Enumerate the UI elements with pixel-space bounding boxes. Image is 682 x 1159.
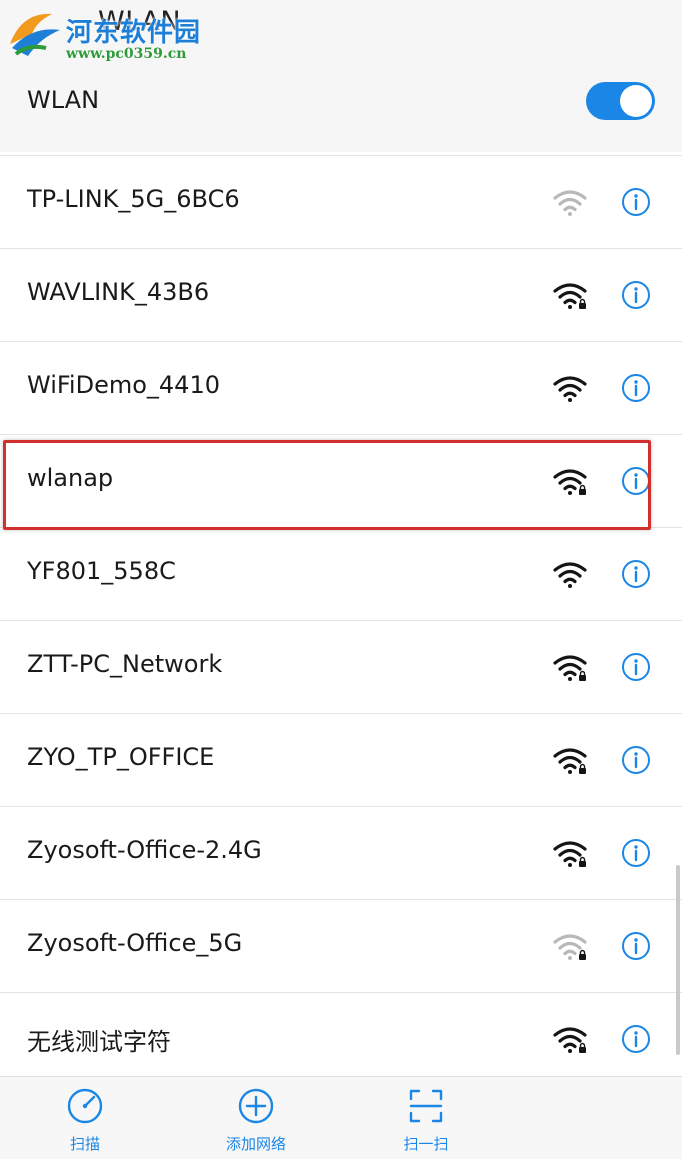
network-row[interactable]: WAVLINK_43B6 bbox=[0, 248, 682, 341]
lock-icon bbox=[579, 949, 586, 960]
info-icon[interactable] bbox=[621, 559, 651, 589]
info-icon[interactable] bbox=[621, 745, 651, 775]
info-icon[interactable] bbox=[621, 652, 651, 682]
network-ssid: TP-LINK_5G_6BC6 bbox=[27, 185, 240, 213]
lock-icon bbox=[579, 763, 586, 774]
wifi-signal-locked-icon bbox=[552, 933, 588, 961]
scan-frame-icon bbox=[409, 1089, 443, 1123]
lock-icon bbox=[579, 1042, 586, 1053]
add-network-button[interactable]: 添加网络 bbox=[186, 1077, 326, 1159]
wifi-signal-icon bbox=[552, 375, 588, 403]
wifi-signal-locked-icon bbox=[552, 1026, 588, 1054]
watermark-url: www.pc0359.cn bbox=[66, 46, 187, 62]
watermark-site-name: 河东软件园 bbox=[66, 18, 202, 48]
network-ssid: YF801_558C bbox=[27, 557, 176, 585]
wlan-toggle-switch[interactable] bbox=[586, 82, 655, 120]
wifi-signal-icon bbox=[552, 561, 588, 589]
network-list: TP-LINK_5G_6BC6 WAVLINK_43B6 WiFiDemo_4410… bbox=[0, 155, 682, 1085]
add-network-label: 添加网络 bbox=[225, 1135, 286, 1153]
wifi-signal-locked-icon bbox=[552, 840, 588, 868]
wifi-signal-locked-icon bbox=[552, 654, 588, 682]
lock-icon bbox=[579, 670, 586, 681]
watermark-logo-icon bbox=[10, 13, 60, 56]
info-icon[interactable] bbox=[621, 187, 651, 217]
network-ssid: Zyosoft-Office-2.4G bbox=[27, 836, 262, 864]
network-ssid: ZTT-PC_Network bbox=[27, 650, 223, 678]
network-row[interactable]: 无线测试字符 bbox=[0, 992, 682, 1085]
header: WLAN 河东软件园 www.pc0359.cn WLAN bbox=[0, 0, 682, 152]
network-row[interactable]: YF801_558C bbox=[0, 527, 682, 620]
scan-label: 扫描 bbox=[69, 1135, 100, 1153]
highlight-annotation-box bbox=[3, 440, 651, 530]
wlan-toggle-label: WLAN bbox=[27, 86, 100, 114]
qr-scan-label: 扫一扫 bbox=[403, 1135, 449, 1153]
network-ssid: 无线测试字符 bbox=[27, 1028, 171, 1056]
radar-icon bbox=[67, 1088, 103, 1124]
lock-icon bbox=[579, 856, 586, 867]
info-icon[interactable] bbox=[621, 280, 651, 310]
wlan-toggle-row: WLAN bbox=[0, 64, 682, 144]
info-icon[interactable] bbox=[621, 838, 651, 868]
scrollbar[interactable] bbox=[676, 865, 680, 1055]
network-row[interactable]: Zyosoft-Office_5G bbox=[0, 899, 682, 992]
network-row[interactable]: Zyosoft-Office-2.4G bbox=[0, 806, 682, 899]
network-ssid: Zyosoft-Office_5G bbox=[27, 929, 243, 957]
qr-scan-button[interactable]: 扫一扫 bbox=[356, 1077, 496, 1159]
lock-icon bbox=[579, 298, 586, 309]
scan-button[interactable]: 扫描 bbox=[15, 1077, 155, 1159]
bottom-toolbar: 扫描 添加网络 扫一扫 bbox=[0, 1076, 682, 1159]
wifi-signal-locked-icon bbox=[552, 747, 588, 775]
network-row[interactable]: ZTT-PC_Network bbox=[0, 620, 682, 713]
info-icon[interactable] bbox=[621, 373, 651, 403]
network-row[interactable]: WiFiDemo_4410 bbox=[0, 341, 682, 434]
plus-circle-icon bbox=[238, 1088, 274, 1124]
info-icon[interactable] bbox=[621, 931, 651, 961]
network-ssid: WAVLINK_43B6 bbox=[27, 278, 210, 306]
wifi-signal-locked-icon bbox=[552, 282, 588, 310]
network-row[interactable]: ZYO_TP_OFFICE bbox=[0, 713, 682, 806]
network-row[interactable]: TP-LINK_5G_6BC6 bbox=[0, 155, 682, 248]
watermark: 河东软件园 www.pc0359.cn bbox=[2, 2, 217, 66]
toggle-knob bbox=[620, 85, 652, 117]
wifi-signal-icon bbox=[552, 189, 588, 217]
network-ssid: WiFiDemo_4410 bbox=[27, 371, 220, 399]
network-ssid: ZYO_TP_OFFICE bbox=[27, 743, 215, 771]
info-icon[interactable] bbox=[621, 1024, 651, 1054]
